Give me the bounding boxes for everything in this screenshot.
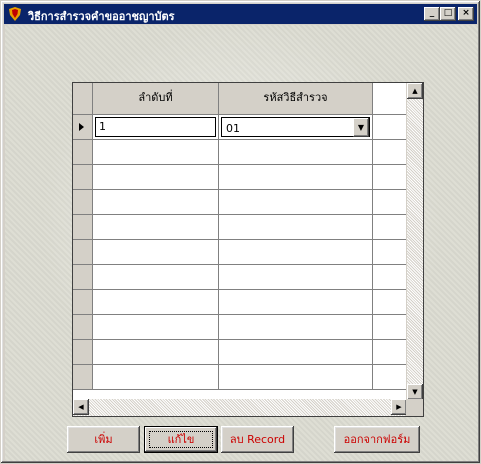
maximize-button[interactable]: □ [440,7,456,21]
table-row[interactable] [73,265,407,290]
row-selector[interactable] [73,290,93,315]
table-row[interactable]: 1 01 ▼ [73,115,407,140]
row-selector[interactable] [73,365,93,390]
order-cell[interactable] [93,165,219,190]
filler-cell [373,290,407,315]
scrollbar-corner [406,399,423,416]
minimize-icon: _ [429,8,435,18]
minimize-button[interactable]: _ [424,7,440,21]
survey-code-value: 01 [226,122,240,135]
row-selector[interactable] [73,240,93,265]
row-selector[interactable] [73,140,93,165]
survey-code-cell[interactable] [219,290,373,315]
order-cell[interactable] [93,265,219,290]
row-selector[interactable] [73,265,93,290]
order-cell[interactable] [93,315,219,340]
order-cell[interactable] [93,140,219,165]
order-cell[interactable] [93,215,219,240]
table-row[interactable] [73,165,407,190]
order-cell[interactable] [93,240,219,265]
row-selector[interactable] [73,190,93,215]
title-bar[interactable]: วิธีการสำรวจคำขออาชญาบัตร _ □ × [4,4,477,24]
app-logo-icon [9,7,21,21]
survey-code-cell[interactable] [219,340,373,365]
table-row[interactable] [73,365,407,390]
row-selector[interactable] [73,215,93,240]
grid-header: ลำดับที่ รหัสวิธีสำรวจ [73,83,373,115]
filler-cell [373,140,407,165]
filler-cell [373,165,407,190]
survey-code-cell[interactable] [219,265,373,290]
exit-form-button[interactable]: ออกจากฟอร์ม [334,426,420,453]
scroll-left-arrow-icon[interactable]: ◀ [73,399,89,415]
order-cell[interactable]: 1 [93,115,219,140]
horizontal-scrollbar[interactable]: ◀ ▶ [73,399,407,416]
app-window: วิธีการสำรวจคำขออาชญาบัตร _ □ × ลำดับที่… [0,0,481,464]
table-row[interactable] [73,315,407,340]
scroll-down-arrow-icon[interactable]: ▼ [407,384,423,400]
edit-button-label: แก้ไข [167,433,195,446]
row-selector[interactable] [73,115,93,140]
row-selector[interactable] [73,340,93,365]
window-title: วิธีการสำรวจคำขออาชญาบัตร [28,10,175,23]
delete-record-button[interactable]: ลบ Record [221,426,294,453]
survey-code-combobox[interactable]: 01 ▼ [221,117,370,137]
table-row[interactable] [73,240,407,265]
filler-cell [373,340,407,365]
edit-button[interactable]: แก้ไข [144,426,218,453]
survey-code-cell[interactable] [219,365,373,390]
scroll-up-arrow-icon[interactable]: ▲ [407,83,423,99]
row-selector[interactable] [73,165,93,190]
vertical-scrollbar[interactable]: ▲ ▼ [406,83,423,400]
filler-cell [373,115,407,140]
filler-cell [373,315,407,340]
survey-code-cell[interactable] [219,240,373,265]
table-row[interactable] [73,215,407,240]
survey-code-cell[interactable] [219,165,373,190]
filler-cell [373,365,407,390]
order-cell[interactable] [93,190,219,215]
filler-cell [373,190,407,215]
order-cell[interactable] [93,290,219,315]
close-icon: × [462,8,470,18]
close-button[interactable]: × [458,7,474,21]
form-client-area: ลำดับที่ รหัสวิธีสำรวจ 1 01 ▼ ▲ ▼ ◀ ▶ เพิ่… [5,25,478,461]
delete-record-button-label: ลบ Record [229,433,286,446]
table-row[interactable] [73,140,407,165]
survey-code-cell[interactable] [219,215,373,240]
order-input[interactable]: 1 [95,117,216,137]
survey-code-cell[interactable] [219,315,373,340]
survey-code-cell[interactable]: 01 ▼ [219,115,373,140]
order-cell[interactable] [93,365,219,390]
column-header-survey-code[interactable]: รหัสวิธีสำรวจ [219,83,373,115]
header-filler [373,83,407,115]
filler-cell [373,240,407,265]
header-selector [73,83,93,115]
add-button-label: เพิ่ม [94,433,113,446]
data-grid[interactable]: ลำดับที่ รหัสวิธีสำรวจ 1 01 ▼ ▲ ▼ ◀ ▶ [72,82,424,417]
survey-code-cell[interactable] [219,140,373,165]
scroll-right-arrow-icon[interactable]: ▶ [391,399,407,415]
order-cell[interactable] [93,340,219,365]
table-row[interactable] [73,190,407,215]
filler-cell [373,265,407,290]
exit-form-button-label: ออกจากฟอร์ม [343,433,411,446]
filler-cell [373,215,407,240]
column-header-order[interactable]: ลำดับที่ [93,83,219,115]
table-row[interactable] [73,340,407,365]
chevron-down-icon[interactable]: ▼ [353,118,369,137]
table-row[interactable] [73,290,407,315]
survey-code-cell[interactable] [219,190,373,215]
row-selector[interactable] [73,315,93,340]
maximize-icon: □ [443,8,453,18]
current-row-pointer-icon [79,123,84,131]
add-button[interactable]: เพิ่ม [67,426,140,453]
